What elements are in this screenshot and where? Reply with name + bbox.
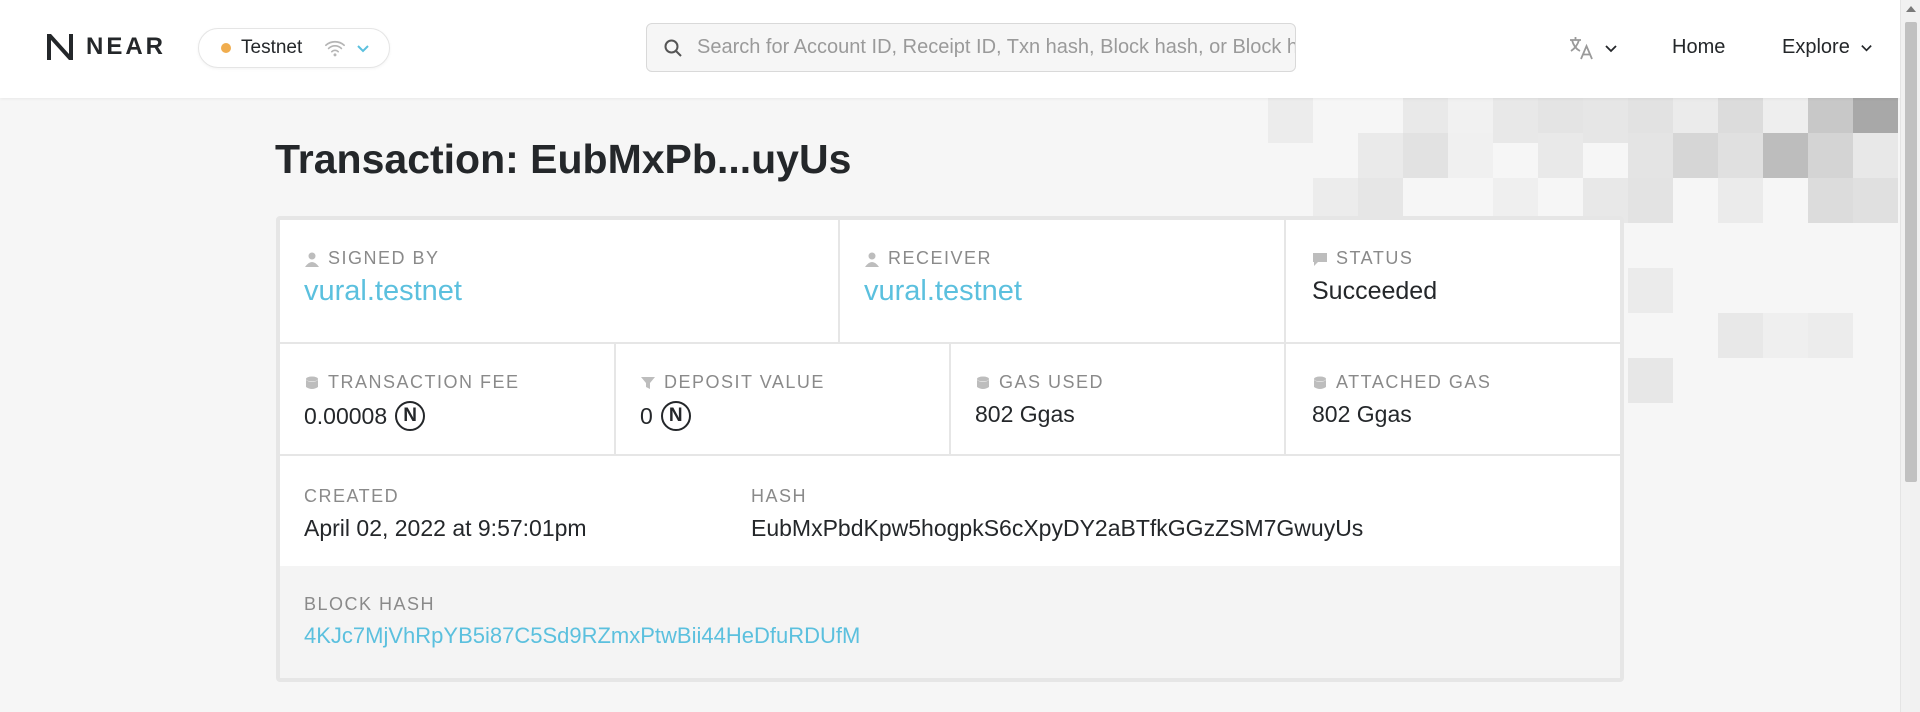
page-title: Transaction: EubMxPb...uyUs — [275, 136, 852, 182]
signed-by-label: SIGNED BY — [328, 248, 440, 268]
deposit-value: 0 — [640, 402, 653, 429]
attached-gas-label: ATTACHED GAS — [1336, 372, 1492, 392]
search-input[interactable] — [697, 36, 1295, 59]
gas-used-value: 802 Ggas — [975, 401, 1075, 427]
translate-icon — [1570, 37, 1593, 60]
coins-icon — [1314, 376, 1326, 389]
coins-icon — [306, 376, 318, 389]
user-icon — [305, 252, 319, 267]
created-value: April 02, 2022 at 9:57:01pm — [304, 515, 587, 541]
deposit-value-cell: DEPOSIT VALUE 0 N — [616, 344, 951, 456]
gas-used-cell: GAS USED 802 Ggas — [951, 344, 1286, 456]
network-label: Testnet — [241, 37, 303, 58]
receiver-cell: RECEIVER vural.testnet — [840, 220, 1286, 344]
page-scrollbar[interactable] — [1900, 0, 1920, 712]
coins-icon — [977, 376, 989, 389]
signer-account-link[interactable]: vural.testnet — [304, 275, 814, 308]
created-label: CREATED — [304, 486, 400, 506]
status-cell: STATUS Succeeded — [1286, 220, 1620, 344]
comment-icon — [1313, 252, 1327, 266]
hash-cell: HASH EubMxPbdKpw5hogpkS6cXpyDY2aBTfkGGzZ… — [727, 456, 1620, 566]
status-label: STATUS — [1336, 248, 1414, 268]
block-hash-link[interactable]: 4KJc7MjVhRpYB5i87C5Sd9RZmxPtwBii44HeDfuR… — [304, 623, 1596, 649]
created-cell: CREATED April 02, 2022 at 9:57:01pm — [280, 456, 727, 566]
wifi-icon — [325, 40, 346, 57]
nav-explore-menu[interactable]: Explore — [1782, 36, 1873, 59]
gas-used-label: GAS USED — [999, 372, 1105, 392]
status-value: Succeeded — [1312, 277, 1438, 305]
search-icon — [664, 39, 682, 57]
near-logo-icon — [47, 34, 73, 60]
transaction-details-card: SIGNED BY vural.testnet RECEIVER vural.t… — [276, 216, 1624, 682]
hash-label: HASH — [751, 486, 808, 506]
filter-icon — [641, 376, 655, 389]
transaction-fee-cell: TRANSACTION FEE 0.00008 N — [280, 344, 616, 456]
transaction-hash-value: EubMxPbdKpw5hogpkS6cXpyDY2aBTfkGGzZSM7Gw… — [751, 515, 1364, 541]
chevron-down-icon — [357, 45, 369, 53]
search-bar[interactable] — [646, 23, 1296, 72]
deposit-value-label: DEPOSIT VALUE — [664, 372, 825, 392]
chevron-down-icon — [1605, 45, 1617, 53]
receiver-account-link[interactable]: vural.testnet — [864, 275, 1260, 308]
scroll-up-arrow[interactable] — [1906, 6, 1916, 12]
receiver-label: RECEIVER — [888, 248, 993, 268]
attached-gas-value: 802 Ggas — [1312, 401, 1412, 427]
transaction-fee-value: 0.00008 — [304, 402, 388, 429]
transaction-fee-label: TRANSACTION FEE — [328, 372, 520, 392]
block-hash-cell: BLOCK HASH 4KJc7MjVhRpYB5i87C5Sd9RZmxPtw… — [280, 566, 1620, 678]
logo-text: NEAR — [86, 33, 167, 60]
scrollbar-thumb[interactable] — [1905, 22, 1917, 482]
top-header: NEAR Testnet Home Explore — [0, 0, 1900, 98]
network-status-dot — [221, 43, 231, 53]
near-token-icon: N — [395, 401, 426, 431]
attached-gas-cell: ATTACHED GAS 802 Ggas — [1286, 344, 1620, 456]
nav-home-link[interactable]: Home — [1672, 36, 1725, 59]
chevron-down-icon — [1861, 45, 1872, 52]
near-token-icon: N — [660, 401, 691, 431]
network-switcher[interactable]: Testnet — [198, 28, 390, 68]
near-logo[interactable]: NEAR — [44, 32, 166, 62]
user-icon — [865, 252, 879, 267]
language-selector[interactable] — [1568, 35, 1618, 61]
nav-explore-label: Explore — [1782, 36, 1850, 58]
signed-by-cell: SIGNED BY vural.testnet — [280, 220, 840, 344]
block-hash-label: BLOCK HASH — [304, 594, 436, 614]
